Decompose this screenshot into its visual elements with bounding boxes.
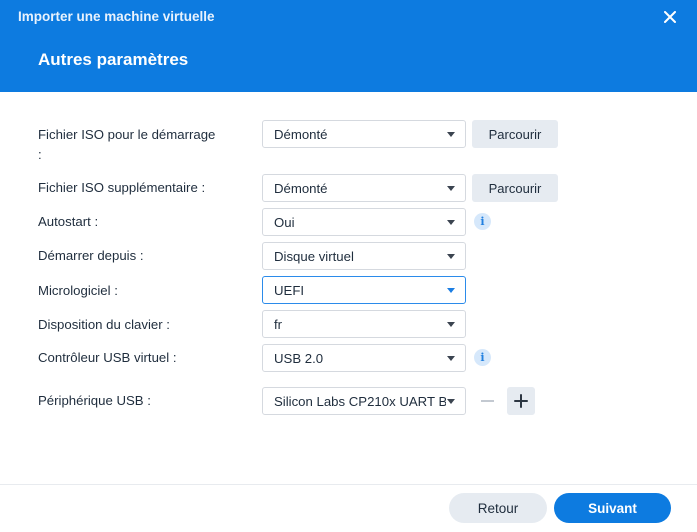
boot-iso-select[interactable]: Démonté <box>262 120 466 148</box>
chevron-down-icon <box>447 288 455 293</box>
autostart-label: Autostart : <box>38 214 99 229</box>
dialog-header: Importer une machine virtuelle Autres pa… <box>0 0 697 92</box>
close-icon[interactable] <box>659 6 681 28</box>
window-title: Importer une machine virtuelle <box>18 9 215 24</box>
footer-divider <box>0 484 697 485</box>
info-icon[interactable]: i <box>474 213 491 230</box>
firmware-label: Micrologiciel : <box>38 283 118 298</box>
boot-from-label: Démarrer depuis : <box>38 248 144 263</box>
usb-device-select[interactable]: Silicon Labs CP210x UART Bridge <box>262 387 466 415</box>
info-icon[interactable]: i <box>474 349 491 366</box>
autostart-select[interactable]: Oui <box>262 208 466 236</box>
chevron-down-icon <box>447 356 455 361</box>
extra-iso-value: Démonté <box>274 180 328 196</box>
keyboard-layout-select[interactable]: fr <box>262 310 466 338</box>
usb-controller-value: USB 2.0 <box>274 350 324 366</box>
firmware-select[interactable]: UEFI <box>262 276 466 304</box>
autostart-value: Oui <box>274 214 295 230</box>
chevron-down-icon <box>447 322 455 327</box>
usb-controller-select[interactable]: USB 2.0 <box>262 344 466 372</box>
page-title: Autres paramètres <box>38 50 189 69</box>
chevron-down-icon <box>447 186 455 191</box>
back-button[interactable]: Retour <box>449 493 547 523</box>
extra-iso-browse-button[interactable]: Parcourir <box>472 174 558 202</box>
chevron-down-icon <box>447 132 455 137</box>
boot-iso-value: Démonté <box>274 126 328 142</box>
boot-iso-label-line2: : <box>38 147 42 162</box>
usb-device-value: Silicon Labs CP210x UART Bridge <box>274 393 446 409</box>
usb-device-label: Périphérique USB : <box>38 393 151 408</box>
minus-icon[interactable] <box>473 387 501 415</box>
boot-iso-label: Fichier ISO pour le démarrage : <box>38 125 215 165</box>
keyboard-layout-value: fr <box>274 316 283 332</box>
chevron-down-icon <box>447 399 455 404</box>
boot-iso-browse-button[interactable]: Parcourir <box>472 120 558 148</box>
boot-from-value: Disque virtuel <box>274 248 354 264</box>
keyboard-layout-label: Disposition du clavier : <box>38 317 170 332</box>
boot-iso-label-line1: Fichier ISO pour le démarrage <box>38 127 216 142</box>
boot-from-select[interactable]: Disque virtuel <box>262 242 466 270</box>
plus-icon[interactable] <box>507 387 535 415</box>
usb-controller-label: Contrôleur USB virtuel : <box>38 350 177 365</box>
firmware-value: UEFI <box>274 282 305 298</box>
next-button[interactable]: Suivant <box>554 493 671 523</box>
chevron-down-icon <box>447 220 455 225</box>
extra-iso-label: Fichier ISO supplémentaire : <box>38 180 206 195</box>
extra-iso-select[interactable]: Démonté <box>262 174 466 202</box>
chevron-down-icon <box>447 254 455 259</box>
